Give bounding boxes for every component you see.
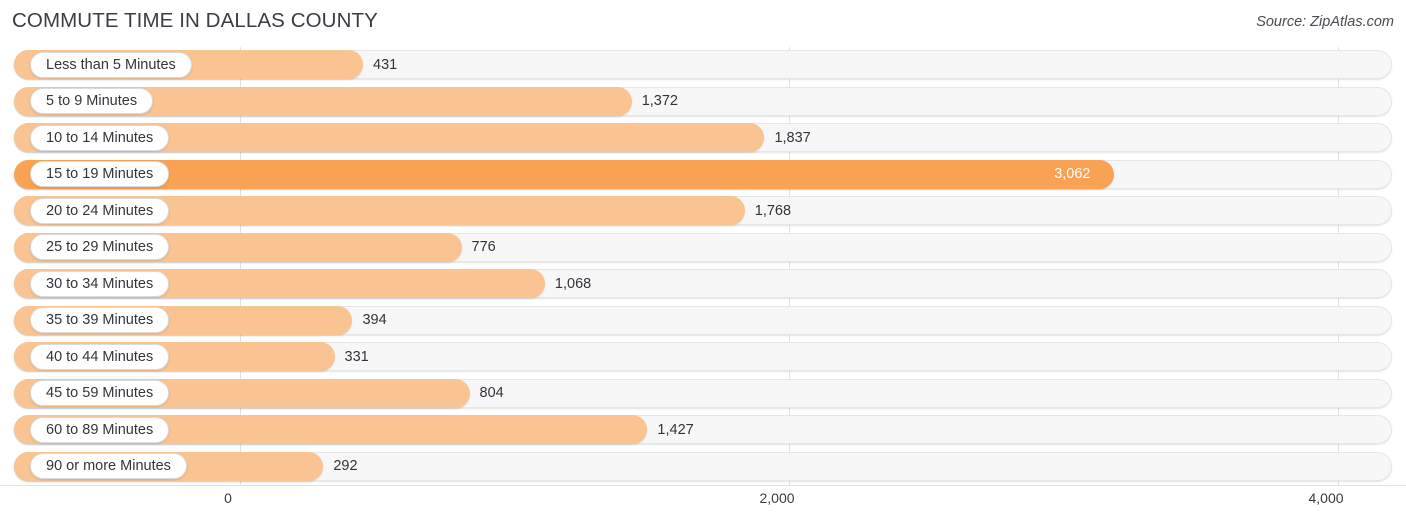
bar-value-label: 776 (471, 239, 496, 255)
bar-row: 90 or more Minutes 292 (0, 449, 1406, 486)
bar-value-label: 292 (333, 458, 358, 474)
category-label: 5 to 9 Minutes (30, 88, 154, 114)
bar[interactable] (14, 159, 1115, 189)
bar-value-label: 1,837 (774, 129, 811, 146)
category-label: 60 to 89 Minutes (30, 416, 170, 443)
bar-row: 40 to 44 Minutes 331 (0, 339, 1406, 376)
category-label: 25 to 29 Minutes (30, 234, 170, 260)
category-label: 20 to 24 Minutes (30, 197, 170, 224)
bar-value-label: 1,372 (641, 93, 678, 109)
bar-row: 60 to 89 Minutes 1,427 (0, 412, 1406, 449)
bar-value-label: 331 (344, 348, 369, 365)
category-label: 45 to 59 Minutes (30, 380, 170, 406)
x-axis: 0 2,000 4,000 (0, 485, 1406, 522)
bar-row: 10 to 14 Minutes 1,837 (0, 120, 1406, 157)
bar-row: 35 to 39 Minutes 394 (0, 303, 1406, 340)
x-axis-tick: 0 (224, 490, 232, 506)
bar-row: 30 to 34 Minutes 1,068 (0, 266, 1406, 303)
chart-header: COMMUTE TIME IN DALLAS COUNTY Source: Zi… (0, 0, 1406, 44)
x-axis-tick: 4,000 (1308, 490, 1344, 506)
bar-row: 5 to 9 Minutes 1,372 (0, 84, 1406, 121)
bar-value-label: 804 (479, 385, 504, 401)
category-label: Less than 5 Minutes (30, 51, 192, 78)
bar-value-label: 3,062 (1054, 166, 1091, 182)
category-label: 35 to 39 Minutes (30, 307, 170, 333)
source-label: Source: ZipAtlas.com (1256, 14, 1394, 30)
bar-row: Less than 5 Minutes 431 (0, 47, 1406, 84)
bar-value-label: 431 (373, 56, 398, 73)
bar-value-label: 394 (362, 312, 387, 328)
bar-value-label: 1,768 (754, 202, 792, 219)
bar-rows: Less than 5 Minutes 431 5 to 9 Minutes 1,37… (0, 47, 1406, 485)
category-label: 90 or more Minutes (30, 453, 187, 479)
bar-row: 20 to 24 Minutes 1,768 (0, 193, 1406, 230)
category-label: 30 to 34 Minutes (30, 270, 170, 297)
bar-row: 45 to 59 Minutes 804 (0, 376, 1406, 413)
x-axis-tick: 2,000 (759, 490, 795, 506)
chart-page: COMMUTE TIME IN DALLAS COUNTY Source: Zi… (0, 0, 1406, 522)
bar-row: 15 to 19 Minutes 3,062 (0, 157, 1406, 194)
bar-value-label: 1,068 (554, 275, 592, 292)
category-label: 15 to 19 Minutes (30, 161, 170, 187)
category-label: 40 to 44 Minutes (30, 343, 170, 370)
category-label: 10 to 14 Minutes (30, 124, 170, 151)
bar-row: 25 to 29 Minutes 776 (0, 230, 1406, 267)
bar-value-label: 1,427 (657, 421, 694, 438)
plot-area: Less than 5 Minutes 431 5 to 9 Minutes 1,37… (0, 47, 1406, 485)
page-title: COMMUTE TIME IN DALLAS COUNTY (12, 9, 378, 32)
